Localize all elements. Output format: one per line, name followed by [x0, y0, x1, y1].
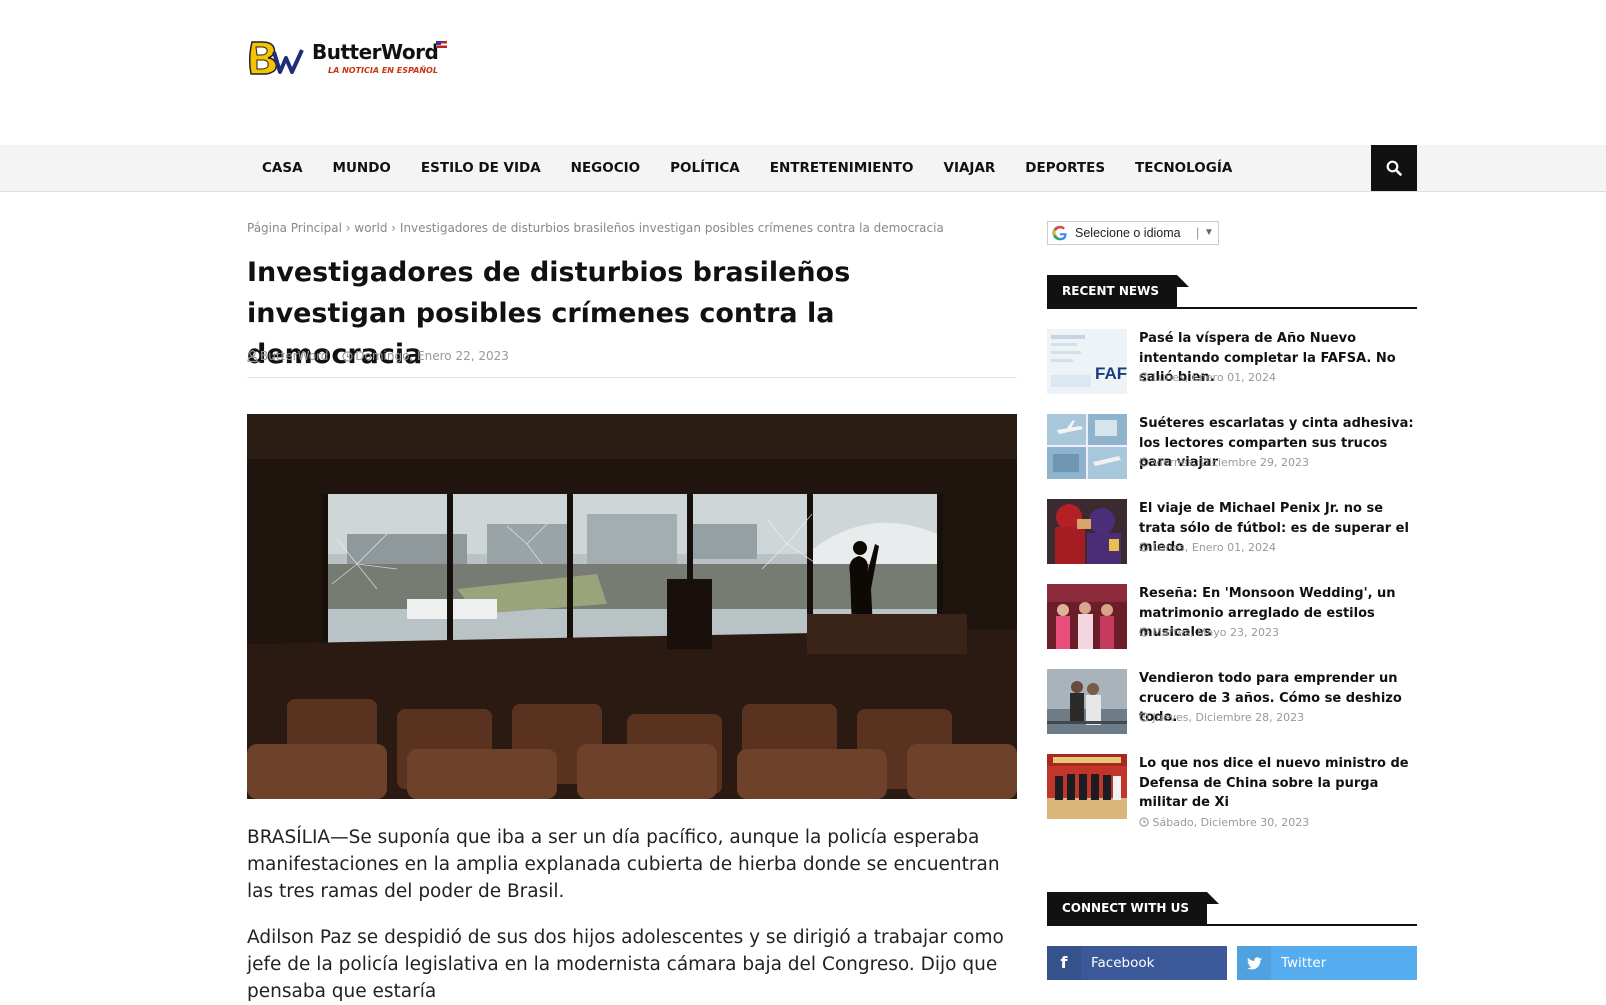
news-thumbnail[interactable] [1047, 669, 1127, 734]
news-thumbnail[interactable] [1047, 584, 1127, 649]
news-date-text: Jueves, Diciembre 28, 2023 [1152, 711, 1305, 724]
article-hero-image [247, 414, 1017, 799]
clock-icon [1139, 372, 1149, 382]
main-navigation: CASA MUNDO ESTILO DE VIDA NEGOCIO POLÍTI… [0, 145, 1606, 192]
news-date: Lunes, Enero 01, 2024 [1139, 541, 1276, 554]
news-date-text: Viernes, Diciembre 29, 2023 [1152, 456, 1310, 469]
language-select-label: Selecione o idioma [1075, 226, 1181, 240]
clock-icon [1139, 542, 1149, 552]
news-thumbnail-image: FAFS [1047, 329, 1127, 394]
connect-title: CONNECT WITH US [1047, 892, 1219, 924]
nav-item-negocio[interactable]: NEGOCIO [556, 145, 655, 191]
nav-item-entretenimiento[interactable]: ENTRETENIMIENTO [755, 145, 929, 191]
news-date: Jueves, Diciembre 28, 2023 [1139, 711, 1304, 724]
breadcrumb-separator: › [391, 221, 397, 235]
thumb-text: FAFS [1095, 364, 1127, 383]
news-thumbnail-image [1047, 414, 1127, 479]
nav-item-mundo[interactable]: MUNDO [318, 145, 406, 191]
hero-photo [247, 414, 1017, 799]
google-icon [1052, 225, 1067, 241]
recent-news-item[interactable]: FAFS Pasé la víspera de Año Nuevo intent… [1047, 329, 1417, 395]
news-thumbnail-image [1047, 584, 1127, 649]
breadcrumb: Página Principal › world › Investigadore… [247, 221, 944, 235]
article-meta: ButterWord Domingo, Enero 22, 2023 [247, 349, 1017, 378]
facebook-label: Facebook [1091, 955, 1155, 971]
article-paragraph: Adilson Paz se despidió de sus dos hijos… [247, 927, 1004, 1002]
facebook-icon: f [1047, 946, 1081, 980]
facebook-button[interactable]: f Facebook [1047, 946, 1227, 980]
news-thumbnail[interactable]: FAFS [1047, 329, 1127, 394]
recent-news-title: RECENT NEWS [1047, 275, 1189, 307]
article-author[interactable]: ButterWord [247, 349, 328, 363]
nav-item-deportes[interactable]: DEPORTES [1010, 145, 1120, 191]
news-title[interactable]: Lo que nos dice el nuevo ministro de Def… [1139, 754, 1417, 813]
news-thumbnail[interactable] [1047, 499, 1127, 564]
breadcrumb-current: Investigadores de disturbios brasileños … [399, 221, 944, 235]
news-date-text: Lunes, Enero 01, 2024 [1152, 371, 1277, 384]
news-thumbnail-image [1047, 754, 1127, 819]
clock-icon [1139, 817, 1149, 827]
search-button[interactable] [1371, 145, 1417, 191]
nav-item-casa[interactable]: CASA [247, 145, 318, 191]
clock-icon [342, 351, 353, 362]
site-logo[interactable]: ButterWord LA NOTICIA EN ESPAÑOL [246, 38, 456, 78]
twitter-button[interactable]: Twitter [1237, 946, 1417, 980]
clock-icon [1139, 627, 1149, 637]
logo-mark-icon [248, 41, 304, 75]
article-date-text: Domingo, Enero 22, 2023 [355, 349, 509, 363]
news-date-text: Martes, Mayo 23, 2023 [1152, 626, 1280, 639]
recent-news-item[interactable]: Vendieron todo para emprender un crucero… [1047, 669, 1417, 735]
news-date: Sábado, Diciembre 30, 2023 [1139, 816, 1309, 829]
connect-heading: CONNECT WITH US [1047, 892, 1417, 926]
breadcrumb-section[interactable]: world [354, 221, 387, 235]
dropdown-separator: | [1196, 226, 1200, 240]
recent-news-item[interactable]: Lo que nos dice el nuevo ministro de Def… [1047, 754, 1417, 840]
article-date: Domingo, Enero 22, 2023 [342, 349, 509, 363]
news-thumbnail[interactable] [1047, 754, 1127, 819]
recent-news-heading: RECENT NEWS [1047, 275, 1417, 309]
news-thumbnail-image [1047, 499, 1127, 564]
site-name: ButterWord [312, 40, 439, 64]
recent-news-item[interactable]: Reseña: En 'Monsoon Wedding', un matrimo… [1047, 584, 1417, 650]
us-flag-icon [436, 41, 447, 48]
search-icon [1386, 160, 1402, 176]
chevron-down-icon: ▼ [1204, 227, 1214, 238]
language-select[interactable]: Selecione o idioma | ▼ [1047, 221, 1219, 245]
twitter-label: Twitter [1281, 955, 1327, 971]
news-thumbnail-image [1047, 669, 1127, 734]
site-header: ButterWord LA NOTICIA EN ESPAÑOL [0, 0, 1606, 145]
news-thumbnail[interactable] [1047, 414, 1127, 479]
news-date: Lunes, Enero 01, 2024 [1139, 371, 1276, 384]
news-date: Martes, Mayo 23, 2023 [1139, 626, 1279, 639]
site-tagline: LA NOTICIA EN ESPAÑOL [328, 66, 438, 75]
news-date: Viernes, Diciembre 29, 2023 [1139, 456, 1309, 469]
breadcrumb-separator: › [345, 221, 351, 235]
news-date-text: Sábado, Diciembre 30, 2023 [1152, 816, 1310, 829]
recent-news-item[interactable]: Suéteres escarlatas y cinta adhesiva: lo… [1047, 414, 1417, 480]
article-author-name: ButterWord [260, 349, 329, 363]
twitter-icon [1237, 946, 1271, 980]
news-date-text: Lunes, Enero 01, 2024 [1152, 541, 1277, 554]
user-icon [247, 350, 258, 363]
breadcrumb-home[interactable]: Página Principal [247, 221, 342, 235]
clock-icon [1139, 457, 1149, 467]
recent-news-item[interactable]: El viaje de Michael Penix Jr. no se trat… [1047, 499, 1417, 565]
clock-icon [1139, 712, 1149, 722]
article-paragraph: BRASÍLIA—Se suponía que iba a ser un día… [247, 827, 1000, 902]
nav-item-politica[interactable]: POLÍTICA [655, 145, 755, 191]
nav-item-viajar[interactable]: VIAJAR [929, 145, 1011, 191]
nav-item-tecnologia[interactable]: TECNOLOGÍA [1120, 145, 1247, 191]
nav-item-estilo-de-vida[interactable]: ESTILO DE VIDA [406, 145, 556, 191]
